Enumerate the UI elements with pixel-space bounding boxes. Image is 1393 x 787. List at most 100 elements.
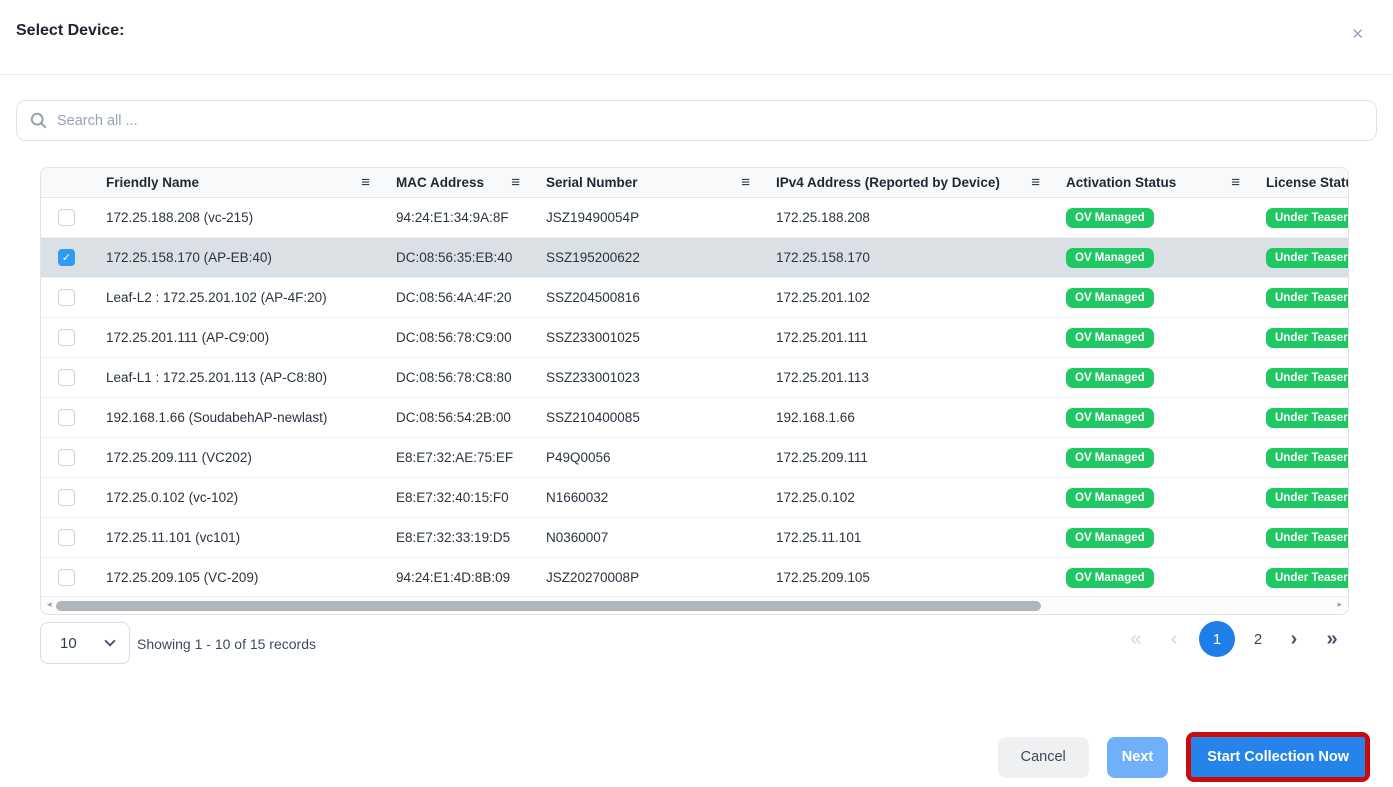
horizontal-scrollbar[interactable]: ◂ ▸ (41, 596, 1348, 614)
cell-serial-number: SSZ233001025 (546, 330, 776, 345)
cell-ipv4-address: 172.25.158.170 (776, 250, 1066, 265)
search-icon (30, 112, 47, 129)
row-checkbox[interactable] (58, 369, 75, 386)
row-checkbox[interactable] (58, 529, 75, 546)
row-checkbox[interactable] (58, 409, 75, 426)
column-ipv4-address[interactable]: IPv4 Address (Reported by Device) ≡ (776, 168, 1066, 197)
select-device-modal: Select Device: ✕ Friendly Name ≡ MAC Add… (0, 0, 1393, 787)
column-friendly-name[interactable]: Friendly Name ≡ (96, 168, 396, 197)
license-status-badge: Under Teaser (1266, 488, 1349, 508)
last-page-button[interactable]: » (1319, 629, 1345, 649)
column-label: Friendly Name (106, 175, 199, 190)
cell-friendly-name: 172.25.0.102 (vc-102) (96, 490, 396, 505)
row-checkbox[interactable] (58, 489, 75, 506)
search-input[interactable] (57, 113, 1363, 129)
table-row[interactable]: 172.25.11.101 (vc101) E8:E7:32:33:19:D5 … (41, 518, 1349, 558)
license-status-badge: Under Teaser (1266, 448, 1349, 468)
cell-friendly-name: 172.25.201.111 (AP-C9:00) (96, 330, 396, 345)
cell-ipv4-address: 172.25.209.111 (776, 450, 1066, 465)
activation-status-badge: OV Managed (1066, 488, 1154, 508)
scrollbar-thumb[interactable] (56, 601, 1041, 611)
cancel-button[interactable]: Cancel (998, 737, 1089, 778)
column-menu-icon[interactable]: ≡ (1031, 175, 1040, 190)
page-size-select[interactable]: 10 (40, 622, 130, 664)
row-checkbox[interactable]: ✓ (58, 249, 75, 266)
scroll-right-icon[interactable]: ▸ (1337, 599, 1342, 610)
search-bar[interactable] (16, 100, 1377, 141)
table-row[interactable]: 172.25.209.105 (VC-209) 94:24:E1:4D:8B:0… (41, 558, 1349, 598)
scroll-left-icon[interactable]: ◂ (47, 599, 52, 610)
activation-status-badge: OV Managed (1066, 328, 1154, 348)
row-checkbox[interactable] (58, 329, 75, 346)
chevron-down-icon (104, 635, 115, 646)
table-row[interactable]: ✓ 172.25.158.170 (AP-EB:40) DC:08:56:35:… (41, 238, 1349, 278)
header-divider (0, 74, 1393, 75)
cell-mac-address: 94:24:E1:4D:8B:09 (396, 570, 546, 585)
table-row[interactable]: Leaf-L2 : 172.25.201.102 (AP-4F:20) DC:0… (41, 278, 1349, 318)
table-row[interactable]: Leaf-L1 : 172.25.201.113 (AP-C8:80) DC:0… (41, 358, 1349, 398)
column-menu-icon[interactable]: ≡ (741, 175, 750, 190)
device-table: Friendly Name ≡ MAC Address ≡ Serial Num… (40, 167, 1349, 615)
page-title: Select Device: (16, 22, 125, 40)
activation-status-badge: OV Managed (1066, 288, 1154, 308)
column-menu-icon[interactable]: ≡ (361, 175, 370, 190)
column-label: IPv4 Address (Reported by Device) (776, 175, 1000, 190)
next-button[interactable]: Next (1107, 737, 1168, 778)
license-status-badge: Under Teaser (1266, 208, 1349, 228)
cell-ipv4-address: 172.25.0.102 (776, 490, 1066, 505)
cell-serial-number: P49Q0056 (546, 450, 776, 465)
cell-mac-address: DC:08:56:78:C8:80 (396, 370, 546, 385)
row-checkbox[interactable] (58, 569, 75, 586)
table-row[interactable]: 172.25.201.111 (AP-C9:00) DC:08:56:78:C9… (41, 318, 1349, 358)
first-page-button[interactable]: « (1123, 629, 1149, 649)
start-collection-now-button[interactable]: Start Collection Now (1191, 737, 1365, 777)
page-button-2[interactable]: 2 (1247, 632, 1269, 647)
cell-ipv4-address: 172.25.201.102 (776, 290, 1066, 305)
footer-actions: Cancel Next Start Collection Now (998, 732, 1370, 782)
row-checkbox[interactable] (58, 209, 75, 226)
license-status-badge: Under Teaser (1266, 328, 1349, 348)
cell-mac-address: E8:E7:32:AE:75:EF (396, 450, 546, 465)
cell-serial-number: JSZ19490054P (546, 210, 776, 225)
column-license-status[interactable]: License Status (1266, 168, 1349, 197)
cell-ipv4-address: 172.25.188.208 (776, 210, 1066, 225)
column-label: MAC Address (396, 175, 484, 190)
table-row[interactable]: 172.25.188.208 (vc-215) 94:24:E1:34:9A:8… (41, 198, 1349, 238)
activation-status-badge: OV Managed (1066, 408, 1154, 428)
cell-ipv4-address: 172.25.11.101 (776, 530, 1066, 545)
records-summary: Showing 1 - 10 of 15 records (137, 636, 316, 652)
page-button-1[interactable]: 1 (1199, 621, 1235, 657)
table-row[interactable]: 192.168.1.66 (SoudabehAP-newlast) DC:08:… (41, 398, 1349, 438)
cell-mac-address: DC:08:56:35:EB:40 (396, 250, 546, 265)
page-size-value: 10 (60, 635, 77, 652)
table-row[interactable]: 172.25.0.102 (vc-102) E8:E7:32:40:15:F0 … (41, 478, 1349, 518)
cell-mac-address: DC:08:56:78:C9:00 (396, 330, 546, 345)
next-page-button[interactable]: › (1281, 629, 1307, 649)
column-label: License Status (1266, 175, 1349, 190)
cell-ipv4-address: 172.25.209.105 (776, 570, 1066, 585)
cell-mac-address: DC:08:56:4A:4F:20 (396, 290, 546, 305)
cell-ipv4-address: 172.25.201.113 (776, 370, 1066, 385)
column-activation-status[interactable]: Activation Status ≡ (1066, 168, 1266, 197)
cell-mac-address: 94:24:E1:34:9A:8F (396, 210, 546, 225)
column-menu-icon[interactable]: ≡ (511, 175, 520, 190)
cell-friendly-name: Leaf-L1 : 172.25.201.113 (AP-C8:80) (96, 370, 396, 385)
license-status-badge: Under Teaser (1266, 408, 1349, 428)
table-body: 172.25.188.208 (vc-215) 94:24:E1:34:9A:8… (41, 198, 1349, 598)
cell-serial-number: JSZ20270008P (546, 570, 776, 585)
row-checkbox[interactable] (58, 289, 75, 306)
cell-mac-address: DC:08:56:54:2B:00 (396, 410, 546, 425)
row-checkbox[interactable] (58, 449, 75, 466)
cell-friendly-name: Leaf-L2 : 172.25.201.102 (AP-4F:20) (96, 290, 396, 305)
table-row[interactable]: 172.25.209.111 (VC202) E8:E7:32:AE:75:EF… (41, 438, 1349, 478)
cell-friendly-name: 172.25.209.111 (VC202) (96, 450, 396, 465)
activation-status-badge: OV Managed (1066, 368, 1154, 388)
close-icon[interactable]: ✕ (1351, 25, 1364, 43)
activation-status-badge: OV Managed (1066, 448, 1154, 468)
column-menu-icon[interactable]: ≡ (1231, 175, 1240, 190)
activation-status-badge: OV Managed (1066, 568, 1154, 588)
prev-page-button[interactable]: ‹ (1161, 629, 1187, 649)
select-all-column (41, 168, 96, 197)
column-mac-address[interactable]: MAC Address ≡ (396, 168, 546, 197)
column-serial-number[interactable]: Serial Number ≡ (546, 168, 776, 197)
